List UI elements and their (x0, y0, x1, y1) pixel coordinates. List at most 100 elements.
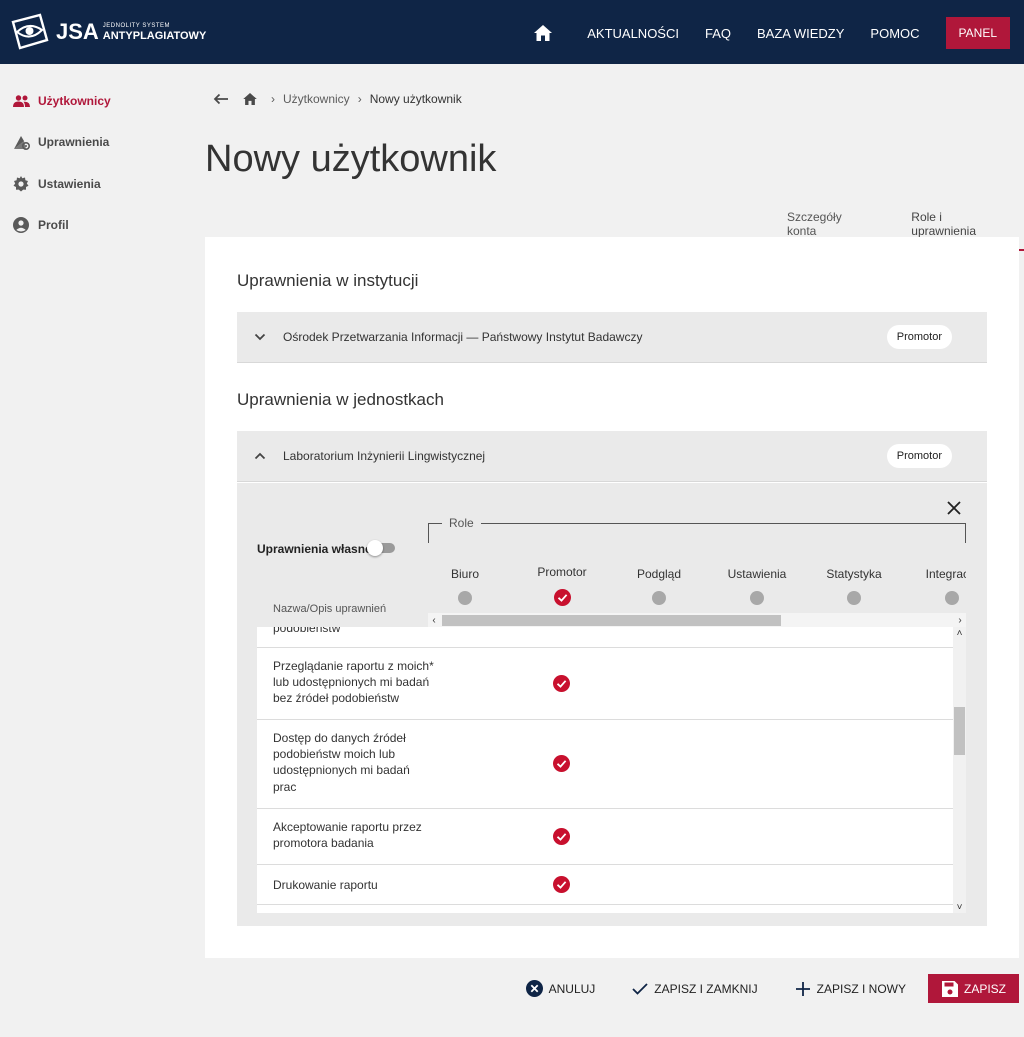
close-icon[interactable] (945, 499, 963, 517)
role-name: Ustawienia (727, 567, 787, 581)
logo-eye-icon (11, 13, 49, 50)
roles-panel: Uprawnienia w instytucji Ośrodek Przetwa… (205, 237, 1019, 958)
save-and-close-label: ZAPISZ I ZAMKNIJ (654, 981, 758, 996)
save-label: ZAPISZ (963, 981, 1006, 996)
page-title: Nowy użytkownik (205, 138, 497, 180)
breadcrumb-users-link[interactable]: Użytkownicy (283, 92, 350, 106)
permission-label: Dostęp do danych źródeł podobieństw moic… (273, 731, 410, 794)
role-inactive-dot[interactable] (847, 591, 861, 605)
home-icon (534, 25, 553, 41)
panel-button[interactable]: PANEL (945, 17, 1010, 49)
nav-help[interactable]: POMOC (870, 26, 919, 41)
permissions-icon (12, 133, 30, 151)
table-row: Przeglądanie raportu z moich* lub udostę… (257, 648, 953, 720)
home-nav-button[interactable] (532, 22, 554, 44)
sidebar-item-permissions[interactable]: Uprawnienia (0, 122, 190, 164)
logo-big-text: ANTYPLAGIATOWY (102, 29, 207, 42)
check-circle-icon[interactable] (553, 876, 570, 893)
horizontal-scrollbar[interactable]: ‹ › (428, 613, 966, 627)
cancel-circle-icon (526, 980, 544, 998)
role-column-ustawienia: Ustawienia (708, 567, 806, 605)
role-inactive-dot[interactable] (652, 591, 666, 605)
vertical-scroll-thumb[interactable] (954, 707, 965, 755)
nav-news[interactable]: AKTUALNOŚCI (587, 26, 679, 41)
chevron-up-icon[interactable] (237, 452, 283, 460)
permission-name-column-header: Nazwa/Opis uprawnień (273, 603, 387, 615)
save-and-new-label: ZAPISZ I NOWY (816, 981, 906, 996)
permission-label: podobieństw (273, 627, 341, 635)
check-circle-icon[interactable] (553, 828, 570, 845)
scroll-right-arrow-icon[interactable]: › (954, 613, 966, 627)
horizontal-scroll-thumb[interactable] (442, 615, 781, 626)
permission-label: Akceptowanie raportu przez promotora bad… (273, 820, 422, 851)
nav-knowledge-base[interactable]: BAZA WIEDZY (757, 26, 844, 41)
role-badge: Promotor (886, 325, 952, 349)
scroll-left-arrow-icon[interactable]: ‹ (428, 613, 440, 627)
role-column-integracja: Integracja (903, 567, 966, 605)
unit-accordion-row[interactable]: Laboratorium Inżynierii Lingwistycznej P… (237, 431, 987, 482)
breadcrumb: › Użytkownicy › Nowy użytkownik (213, 92, 470, 106)
floppy-disk-icon (941, 980, 959, 998)
institution-accordion-row[interactable]: Ośrodek Przetwarzania Informacji — Państ… (237, 312, 987, 363)
back-arrow-button[interactable] (213, 93, 229, 105)
scroll-up-arrow-icon[interactable]: ˄ (953, 627, 966, 639)
top-navbar: JSA JEDNOLITY SYSTEM ANTYPLAGIATOWY AKTU… (0, 0, 1024, 64)
save-and-close-button[interactable]: ZAPISZ I ZAMKNIJ (631, 980, 758, 998)
gear-icon (12, 175, 30, 193)
jsa-logo[interactable]: JSA JEDNOLITY SYSTEM ANTYPLAGIATOWY (10, 12, 206, 52)
check-circle-icon[interactable] (553, 755, 570, 772)
role-badge: Promotor (886, 444, 952, 468)
role-name: Promotor (537, 565, 587, 579)
check-circle-icon[interactable] (553, 675, 570, 692)
unit-name: Laboratorium Inżynierii Lingwistycznej (283, 449, 486, 463)
units-section-title: Uprawnienia w jednostkach (237, 390, 444, 409)
logo-full-name: JEDNOLITY SYSTEM ANTYPLAGIATOWY (103, 23, 206, 42)
chevron-down-icon[interactable] (237, 333, 283, 341)
chevron-right-icon: › (357, 92, 362, 106)
role-name: Biuro (450, 567, 479, 581)
role-column-podglad: Podgląd (610, 567, 708, 605)
role-name: Podgląd (636, 567, 682, 581)
table-row: Drukowanie raportu (257, 865, 953, 905)
roles-header-scroll: Biuro Promotor Podgląd Ustawienia Statys… (428, 553, 966, 613)
sidebar-item-profile[interactable]: Profil (0, 205, 190, 247)
role-column-biuro: Biuro (428, 567, 514, 605)
main-nav: AKTUALNOŚCI FAQ BAZA WIEDZY POMOC PANEL (532, 17, 1010, 49)
vertical-scrollbar[interactable]: ˄ ˅ (953, 627, 966, 913)
scroll-down-arrow-icon[interactable]: ˅ (953, 901, 966, 913)
institution-name: Ośrodek Przetwarzania Informacji — Państ… (283, 330, 643, 344)
sidebar: Użytkownicy Uprawnienia Ustawienia Profi… (0, 64, 190, 246)
check-icon (631, 980, 649, 998)
cancel-label: ANULUJ (548, 981, 596, 996)
permissions-table: podobieństw Przeglądanie raportu z moich… (257, 627, 953, 913)
sidebar-item-label: Uprawnienia (38, 135, 110, 150)
table-row: Akceptowanie raportu przez promotora bad… (257, 809, 953, 865)
role-column-statystyka: Statystyka (805, 567, 903, 605)
profile-icon (12, 216, 30, 234)
save-and-new-button[interactable]: ZAPISZ I NOWY (794, 980, 906, 998)
breadcrumb-home-link[interactable] (243, 93, 257, 105)
logo-short-text: JSA (56, 19, 99, 44)
breadcrumb-current: Nowy użytkownik (369, 92, 462, 106)
nav-faq[interactable]: FAQ (705, 26, 731, 41)
save-button[interactable]: ZAPISZ (927, 974, 1019, 1003)
check-circle-icon[interactable] (553, 589, 571, 606)
chevron-right-icon: › (271, 92, 275, 106)
role-inactive-dot[interactable] (458, 591, 472, 605)
role-name: Integracja (925, 567, 966, 581)
institution-section-title: Uprawnienia w instytucji (237, 271, 419, 290)
form-actions: ANULUJ ZAPISZ I ZAMKNIJ ZAPISZ I NOWY ZA… (490, 974, 1019, 1003)
own-permissions-label: Uprawnienia własne (257, 542, 372, 556)
sidebar-item-users[interactable]: Użytkownicy (0, 80, 190, 122)
logo-small-text: JEDNOLITY SYSTEM (102, 22, 171, 29)
sidebar-item-label: Profil (38, 218, 69, 233)
cancel-button[interactable]: ANULUJ (526, 980, 596, 998)
unit-permissions-body: Uprawnienia własne Role Biuro Promotor P… (237, 483, 987, 926)
role-inactive-dot[interactable] (750, 591, 764, 605)
own-permissions-toggle[interactable] (367, 539, 397, 556)
permission-label: Drukowanie raportu (273, 878, 378, 892)
sidebar-item-settings[interactable]: Ustawienia (0, 163, 190, 205)
role-inactive-dot[interactable] (945, 591, 959, 605)
arrow-left-icon (213, 93, 228, 105)
role-column-promotor: Promotor (513, 565, 611, 611)
